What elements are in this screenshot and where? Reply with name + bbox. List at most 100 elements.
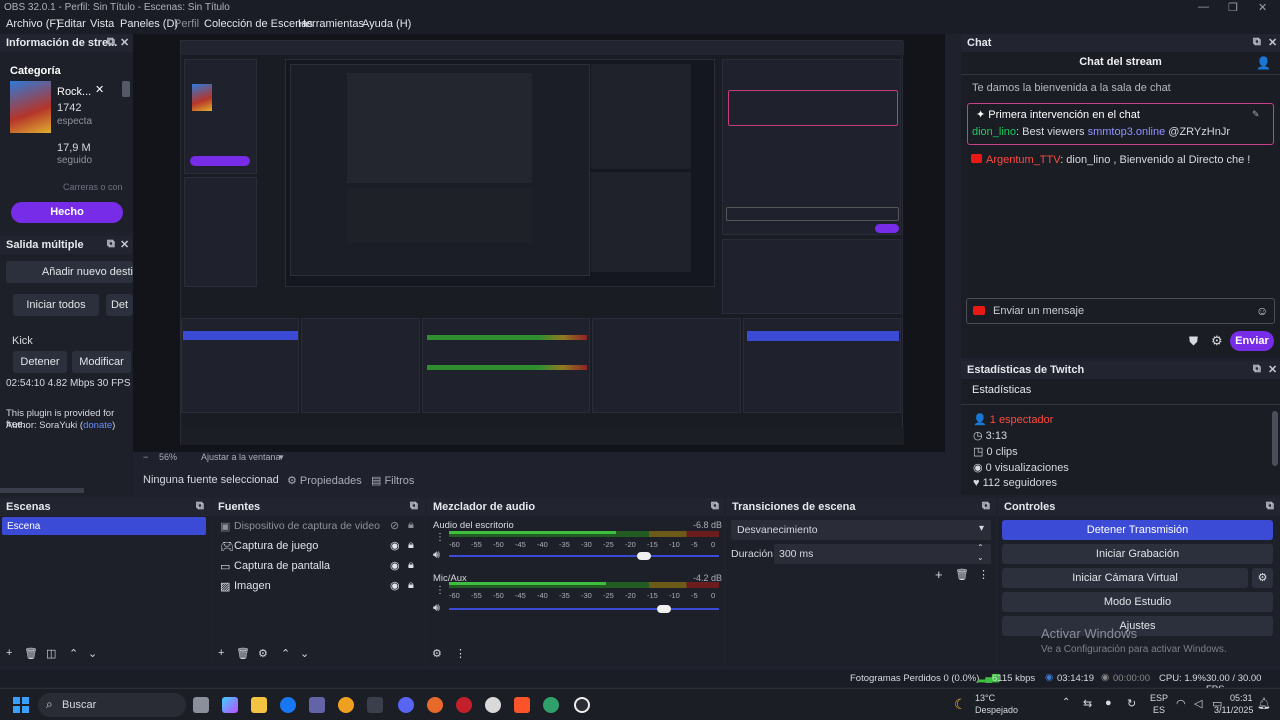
menu-view[interactable]: Vista xyxy=(90,18,114,30)
float-icon[interactable]: ⧉ xyxy=(982,500,990,513)
filters-button[interactable]: ▤ Filtros xyxy=(371,474,414,487)
menu-profile[interactable]: Perfil xyxy=(174,18,199,30)
source-item[interactable]: ▨ Imagen ◉ 🔒︎ xyxy=(214,578,424,596)
float-icon[interactable]: ⧉ xyxy=(107,238,115,251)
volume-slider-track[interactable] xyxy=(449,608,719,610)
lock-icon[interactable]: 🔒︎ xyxy=(408,519,414,532)
highlight-icon[interactable]: ✎ xyxy=(1252,109,1260,120)
gear-icon[interactable]: ⚙ xyxy=(258,647,268,660)
tray-icon[interactable]: ⇆ xyxy=(1083,697,1092,710)
stepper-down-icon[interactable]: ⌄ xyxy=(977,553,984,562)
preview-canvas[interactable] xyxy=(133,34,945,452)
donate-link[interactable]: donate xyxy=(83,420,112,431)
scrollbar[interactable] xyxy=(122,81,130,97)
up-icon[interactable]: ⌃ xyxy=(69,647,78,660)
more-vertical-icon[interactable]: ⋮ xyxy=(435,532,445,543)
properties-button[interactable]: ⚙ Propiedades xyxy=(287,474,362,487)
studio-mode-button[interactable]: Modo Estudio xyxy=(1002,592,1273,612)
message-1-user[interactable]: dion_lino xyxy=(972,126,1016,138)
volume-icon[interactable]: 🔊︎ xyxy=(433,549,440,562)
language-code[interactable]: ESP xyxy=(1150,693,1168,703)
start-recording-button[interactable]: Iniciar Grabación xyxy=(1002,544,1273,564)
up-icon[interactable]: ⌃ xyxy=(281,647,290,660)
taskbar-search[interactable]: ⌕ Buscar xyxy=(38,693,186,717)
store-icon[interactable] xyxy=(367,697,383,713)
close-icon[interactable]: ✕ xyxy=(1268,36,1277,49)
volume-icon[interactable]: 🔊︎ xyxy=(433,602,440,615)
language-region[interactable]: ES xyxy=(1153,705,1165,715)
discord-icon[interactable] xyxy=(398,697,414,713)
more-vertical-icon[interactable]: ⋮ xyxy=(435,585,445,596)
teams-icon[interactable] xyxy=(309,697,325,713)
stop-all-button[interactable]: Det xyxy=(106,294,133,316)
users-icon[interactable]: 👤 xyxy=(1256,56,1271,70)
transition-select[interactable]: Desvanecimiento ▾ xyxy=(731,520,991,540)
stop-streaming-button[interactable]: Detener Transmisión xyxy=(1002,520,1273,540)
horizontal-scrollbar[interactable] xyxy=(0,488,84,493)
wifi-icon[interactable]: ◠ xyxy=(1176,697,1186,710)
menu-help[interactable]: Ayuda (H) xyxy=(362,18,411,30)
chat-settings-icon[interactable]: ⚙ xyxy=(1211,333,1223,349)
lock-icon[interactable]: 🔒︎ xyxy=(408,559,414,572)
fit-window[interactable]: Ajustar a la ventana xyxy=(201,452,281,462)
more-vertical-icon[interactable]: ⋮ xyxy=(455,647,466,660)
volume-slider-track[interactable] xyxy=(449,555,719,557)
remove-category-icon[interactable]: ✕ xyxy=(95,83,104,96)
copilot-icon[interactable] xyxy=(222,697,238,713)
more-vertical-icon[interactable]: ⋮ xyxy=(978,568,989,581)
mic-icon[interactable]: ● xyxy=(1105,697,1112,709)
maximize-icon[interactable]: ❐ xyxy=(1228,1,1238,14)
shield-icon[interactable]: ⛊ xyxy=(1189,334,1198,349)
zoom-out-icon[interactable]: − xyxy=(143,452,148,462)
hidden-eye-icon[interactable]: ⊘ xyxy=(390,519,399,532)
brave-icon[interactable] xyxy=(514,697,530,713)
add-destination-button[interactable]: Añadir nuevo desti xyxy=(6,261,133,283)
windows-start-icon[interactable] xyxy=(13,697,29,713)
done-button[interactable]: Hecho xyxy=(11,202,123,223)
menu-tools[interactable]: Herramientas xyxy=(298,18,364,30)
eye-icon[interactable]: ◉ xyxy=(390,539,400,552)
float-icon[interactable]: ⧉ xyxy=(410,500,418,513)
filter-icon[interactable]: ◫ xyxy=(46,647,56,660)
volume-slider-thumb[interactable] xyxy=(637,552,651,560)
source-item[interactable]: ▣ Dispositivo de captura de video ⊘ 🔒︎ xyxy=(214,518,424,536)
emote-icon[interactable]: ☺ xyxy=(1256,304,1268,318)
modify-target-button[interactable]: Modificar xyxy=(72,351,131,373)
stop-target-button[interactable]: Detener xyxy=(13,351,67,373)
notification-icon[interactable]: 🔔︎ xyxy=(1257,697,1271,710)
start-all-button[interactable]: Iniciar todos xyxy=(13,294,99,316)
eye-icon[interactable]: ◉ xyxy=(390,579,400,592)
source-item[interactable]: ▭ Captura de pantalla ◉ 🔒︎ xyxy=(214,558,424,576)
sync-icon[interactable]: ↻ xyxy=(1127,697,1136,710)
obs-icon[interactable] xyxy=(485,697,501,713)
task-view-icon[interactable] xyxy=(193,697,209,713)
eye-icon[interactable]: ◉ xyxy=(390,559,400,572)
close-icon[interactable]: ✕ xyxy=(120,36,129,49)
scene-item[interactable]: Escena xyxy=(2,517,206,535)
menu-docks[interactable]: Paneles (D) xyxy=(120,18,178,30)
app-icon[interactable] xyxy=(338,697,354,713)
add-icon[interactable]: + xyxy=(935,567,943,582)
chatgpt-icon[interactable] xyxy=(574,697,590,713)
fit-dropdown-icon[interactable]: ▾ xyxy=(279,452,284,463)
float-icon[interactable]: ⧉ xyxy=(107,36,115,49)
minimize-icon[interactable]: — xyxy=(1198,1,1209,13)
add-icon[interactable]: + xyxy=(6,647,12,659)
file-explorer-icon[interactable] xyxy=(251,697,267,713)
edge-icon[interactable] xyxy=(543,697,559,713)
close-icon[interactable]: ✕ xyxy=(1258,1,1267,14)
message-1-link[interactable]: smmtop3.online xyxy=(1088,126,1166,138)
lock-icon[interactable]: 🔒︎ xyxy=(408,539,414,552)
float-icon[interactable]: ⧉ xyxy=(711,500,719,513)
message-2-user[interactable]: Argentum_TTV xyxy=(986,154,1060,166)
zoom-level[interactable]: 56% xyxy=(159,452,177,462)
close-icon[interactable]: ✕ xyxy=(120,238,129,251)
clock-time[interactable]: 05:31 xyxy=(1230,693,1253,703)
down-icon[interactable]: ⌄ xyxy=(300,647,309,660)
start-virtual-camera-button[interactable]: Iniciar Cámara Virtual xyxy=(1002,568,1248,588)
float-icon[interactable]: ⧉ xyxy=(1253,36,1261,49)
float-icon[interactable]: ⧉ xyxy=(196,500,204,513)
scrollbar[interactable] xyxy=(1272,411,1278,466)
down-icon[interactable]: ⌄ xyxy=(88,647,97,660)
send-button[interactable]: Enviar xyxy=(1230,331,1274,351)
